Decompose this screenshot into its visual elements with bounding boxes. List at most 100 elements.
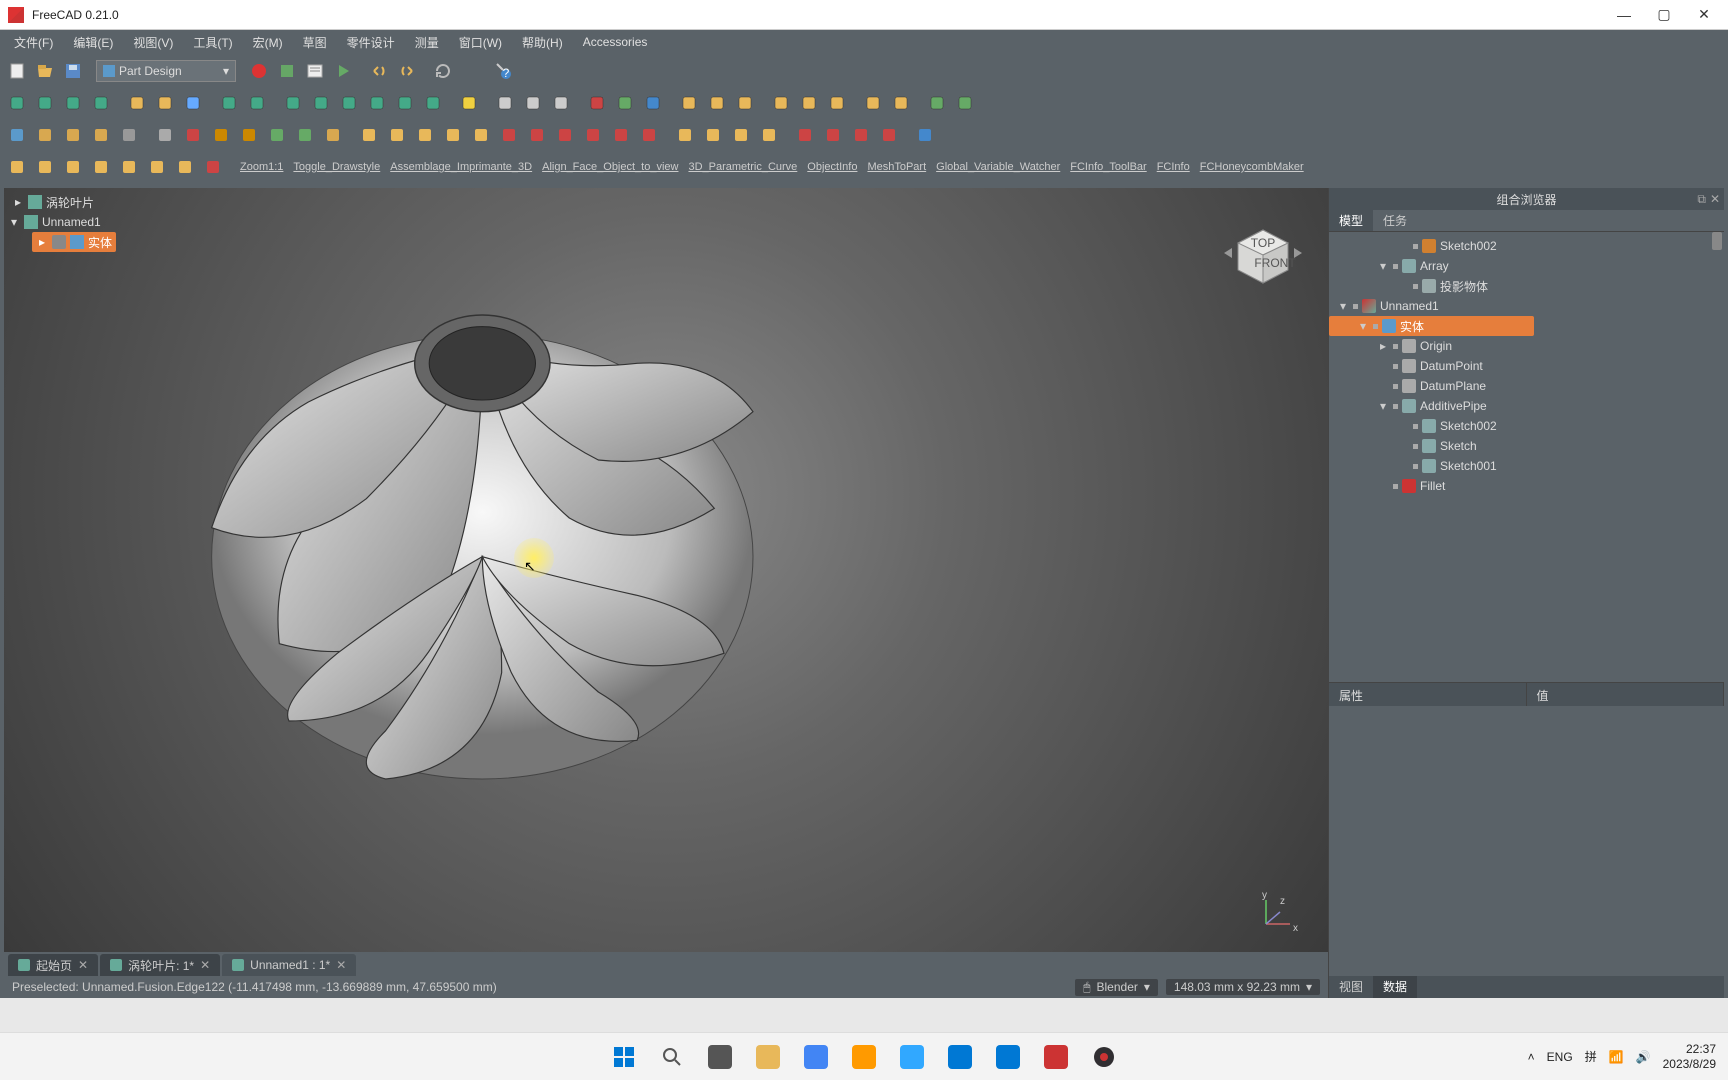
model-tree[interactable]: Sketch002▾Array投影物体▾Unnamed1▾实体▸OriginDa… bbox=[1329, 232, 1724, 682]
shapebinder-button[interactable] bbox=[264, 122, 290, 148]
subhelix-button[interactable] bbox=[636, 122, 662, 148]
line-button[interactable] bbox=[180, 122, 206, 148]
visibility-toggle[interactable] bbox=[1413, 464, 1418, 469]
additive-cone-button[interactable] bbox=[88, 154, 114, 180]
nav-right-button[interactable] bbox=[152, 90, 178, 116]
cut-button[interactable] bbox=[492, 90, 518, 116]
doc-tab[interactable]: Unnamed1 : 1*✕ bbox=[222, 954, 356, 976]
tray-volume-icon[interactable]: 🔊 bbox=[1636, 1050, 1651, 1064]
revolution-button[interactable] bbox=[384, 122, 410, 148]
taskbar-freecad-button[interactable] bbox=[1036, 1037, 1076, 1077]
pipe-button[interactable] bbox=[440, 122, 466, 148]
bottom-button[interactable] bbox=[392, 90, 418, 116]
macro-link-fchoneycombmaker[interactable]: FCHoneycombMaker bbox=[1196, 159, 1308, 175]
taskbar-edge-button[interactable] bbox=[940, 1037, 980, 1077]
plane-button[interactable] bbox=[208, 122, 234, 148]
tree-item[interactable]: 投影物体 bbox=[1329, 276, 1724, 296]
menu-m[interactable]: 宏(M) bbox=[243, 32, 293, 53]
part-common-button[interactable] bbox=[612, 90, 638, 116]
transform-button[interactable] bbox=[676, 90, 702, 116]
expand-icon[interactable]: ▾ bbox=[1337, 299, 1349, 313]
undock-icon[interactable]: ⧉ bbox=[1697, 192, 1706, 207]
visibility-toggle[interactable] bbox=[1413, 284, 1418, 289]
part-cut-button[interactable] bbox=[584, 90, 610, 116]
macro-link-zoom1:1[interactable]: Zoom1:1 bbox=[236, 159, 287, 175]
additive-prism-button[interactable] bbox=[144, 154, 170, 180]
menu-w[interactable]: 窗口(W) bbox=[449, 32, 512, 53]
iso-button[interactable] bbox=[60, 90, 86, 116]
expand-icon[interactable]: ▸ bbox=[36, 235, 48, 249]
rear-button[interactable] bbox=[364, 90, 390, 116]
folder2-button[interactable] bbox=[888, 90, 914, 116]
visibility-toggle[interactable] bbox=[1393, 264, 1398, 269]
visibility-toggle[interactable] bbox=[1413, 444, 1418, 449]
macro-link-3d_parametric_curve[interactable]: 3D_Parametric_Curve bbox=[684, 159, 801, 175]
expand-icon[interactable]: ▸ bbox=[12, 195, 24, 209]
right-button[interactable] bbox=[336, 90, 362, 116]
expand-icon[interactable]: ▸ bbox=[1377, 339, 1389, 353]
macro-link-align_face_object_to_view[interactable]: Align_Face_Object_to_view bbox=[538, 159, 682, 175]
expand-icon[interactable]: ▾ bbox=[8, 215, 20, 229]
tree-item[interactable]: Sketch bbox=[1329, 436, 1724, 456]
body-button[interactable] bbox=[4, 122, 30, 148]
menu-[interactable]: 草图 bbox=[293, 32, 337, 53]
tree-item[interactable]: ▸Origin bbox=[1329, 336, 1724, 356]
taskbar-start-button[interactable] bbox=[604, 1037, 644, 1077]
additive-wedge-button[interactable] bbox=[172, 154, 198, 180]
copy-button[interactable] bbox=[520, 90, 546, 116]
macros-button[interactable] bbox=[302, 58, 328, 84]
folder1-button[interactable] bbox=[860, 90, 886, 116]
execute-macro-button[interactable] bbox=[330, 58, 356, 84]
tab-data[interactable]: 数据 bbox=[1373, 976, 1417, 998]
menu-[interactable]: 零件设计 bbox=[337, 32, 405, 53]
validate-button[interactable] bbox=[116, 122, 142, 148]
tree-item[interactable]: Fillet bbox=[1329, 476, 1724, 496]
open-button[interactable] bbox=[32, 58, 58, 84]
whats-this-button[interactable]: ? bbox=[490, 58, 516, 84]
visibility-icon[interactable] bbox=[52, 235, 66, 249]
fit-sel-button[interactable] bbox=[32, 90, 58, 116]
multi-button[interactable] bbox=[756, 122, 782, 148]
workbench-selector[interactable]: Part Design ▾ bbox=[96, 60, 236, 82]
menu-e[interactable]: 编辑(E) bbox=[63, 32, 123, 53]
tree-item[interactable]: Sketch001 bbox=[1329, 456, 1724, 476]
subloft-button[interactable] bbox=[580, 122, 606, 148]
macro-link-meshtopart[interactable]: MeshToPart bbox=[863, 159, 930, 175]
visibility-toggle[interactable] bbox=[1413, 424, 1418, 429]
sync-button[interactable] bbox=[216, 90, 242, 116]
record-macro-button[interactable] bbox=[246, 58, 272, 84]
tray-chevron-icon[interactable]: ˄ bbox=[1528, 1050, 1535, 1064]
expand-icon[interactable]: ▾ bbox=[1357, 319, 1369, 333]
hole-button[interactable] bbox=[524, 122, 550, 148]
visibility-toggle[interactable] bbox=[1393, 364, 1398, 369]
helper-button[interactable] bbox=[824, 90, 850, 116]
visibility-toggle[interactable] bbox=[1393, 344, 1398, 349]
stop-macro-button[interactable] bbox=[274, 58, 300, 84]
visibility-toggle[interactable] bbox=[1373, 324, 1378, 329]
visibility-toggle[interactable] bbox=[1353, 304, 1358, 309]
tree-item[interactable]: Sketch002 bbox=[1329, 416, 1724, 436]
iso2-button[interactable] bbox=[244, 90, 270, 116]
additive-box-button[interactable] bbox=[4, 154, 30, 180]
menu-v[interactable]: 视图(V) bbox=[123, 32, 183, 53]
save-button[interactable] bbox=[60, 58, 86, 84]
mirror-button[interactable] bbox=[672, 122, 698, 148]
refresh-button[interactable] bbox=[430, 58, 456, 84]
thickness-button[interactable] bbox=[876, 122, 902, 148]
share2-button[interactable] bbox=[952, 90, 978, 116]
tray-input[interactable]: 拼 bbox=[1585, 1048, 1597, 1065]
close-icon[interactable]: ✕ bbox=[1710, 192, 1720, 207]
taskbar-explorer-button[interactable] bbox=[748, 1037, 788, 1077]
close-icon[interactable]: ✕ bbox=[78, 958, 88, 972]
tab-tasks[interactable]: 任务 bbox=[1373, 210, 1417, 231]
front-button[interactable] bbox=[280, 90, 306, 116]
lcs-button[interactable] bbox=[236, 122, 262, 148]
menu-h[interactable]: 帮助(H) bbox=[512, 32, 573, 53]
macro-link-fcinfo[interactable]: FCInfo bbox=[1153, 159, 1194, 175]
visibility-toggle[interactable] bbox=[1393, 404, 1398, 409]
clone-button[interactable] bbox=[704, 90, 730, 116]
macro-link-objectinfo[interactable]: ObjectInfo bbox=[803, 159, 861, 175]
group-button[interactable] bbox=[768, 90, 794, 116]
nav-cube[interactable]: TOP FRONT bbox=[1218, 208, 1308, 298]
additive-cyl-button[interactable] bbox=[32, 154, 58, 180]
